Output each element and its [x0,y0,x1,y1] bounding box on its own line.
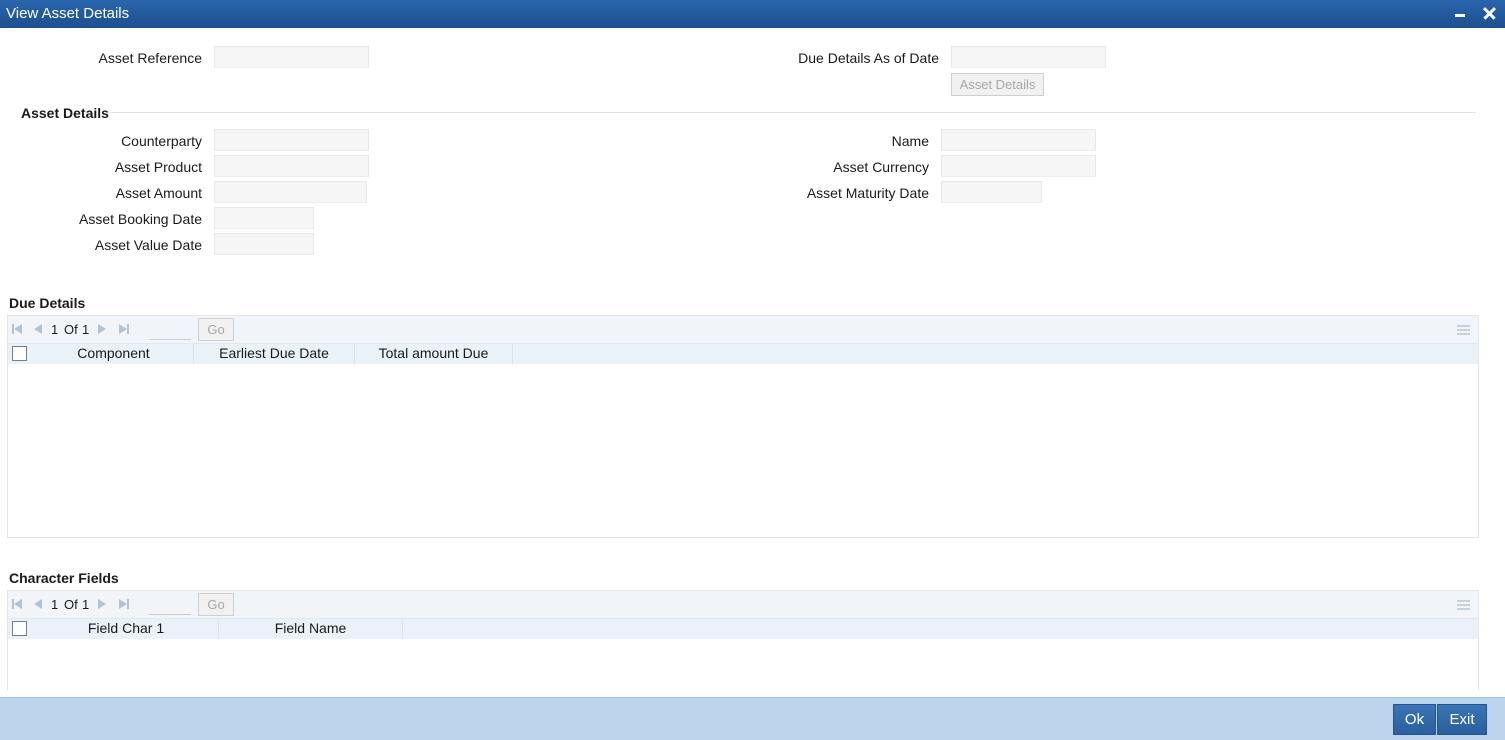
next-page-icon[interactable] [97,599,109,610]
title-bar: View Asset Details [0,0,1505,28]
first-page-icon[interactable] [12,324,24,335]
asset-amount-input[interactable] [214,181,367,203]
window-title: View Asset Details [6,5,130,22]
character-fields-pager: 1 Of 1 Go [8,591,1478,618]
column-header[interactable]: Earliest Due Date [194,344,355,364]
character-fields-section-title: Character Fields [9,570,119,586]
page-current: 1 [51,322,59,337]
minimize-icon[interactable] [1452,4,1470,22]
due-details-section-title: Due Details [9,295,86,311]
ok-button[interactable]: Ok [1393,704,1436,735]
due-details-header-row: Component Earliest Due Date Total amount… [8,343,1478,364]
counterparty-input[interactable] [214,129,369,151]
exit-button[interactable]: Exit [1437,704,1487,735]
grid-menu-icon[interactable] [1457,600,1470,611]
counterparty-label: Counterparty [121,133,202,149]
page-number-input[interactable] [149,320,191,340]
go-button[interactable]: Go [198,593,234,616]
page-total: 1 [82,322,90,337]
page-current: 1 [51,597,59,612]
character-fields-grid: 1 Of 1 Go Field Char 1 Field Name [7,590,1479,690]
page-number-input[interactable] [149,595,191,615]
due-details-date-label: Due Details As of Date [798,50,939,66]
page-of-label: Of [64,322,78,337]
asset-currency-label: Asset Currency [833,159,929,175]
asset-value-date-input[interactable] [214,233,314,255]
asset-maturity-date-label: Asset Maturity Date [806,185,929,201]
last-page-icon[interactable] [118,599,130,610]
previous-page-icon[interactable] [32,324,44,335]
asset-value-date-label: Asset Value Date [94,237,202,253]
next-page-icon[interactable] [97,324,109,335]
close-icon[interactable] [1481,4,1499,22]
asset-reference-input[interactable] [214,46,369,68]
asset-booking-date-label: Asset Booking Date [79,211,202,227]
asset-amount-label: Asset Amount [115,185,202,201]
footer-bar: Ok Exit [0,697,1505,740]
asset-product-label: Asset Product [114,159,202,175]
due-details-grid: 1 Of 1 Go Component Earliest Due Date To… [7,315,1479,538]
asset-reference-label: Asset Reference [98,50,203,66]
name-label: Name [891,133,929,149]
first-page-icon[interactable] [12,599,24,610]
column-header[interactable]: Field Name [219,619,403,639]
select-all-checkbox[interactable] [12,346,27,361]
name-input[interactable] [941,129,1096,151]
section-divider [110,112,1476,113]
asset-currency-input[interactable] [941,155,1096,177]
previous-page-icon[interactable] [32,599,44,610]
grid-menu-icon[interactable] [1457,325,1470,336]
page-of-label: Of [64,597,78,612]
due-details-pager: 1 Of 1 Go [8,316,1478,343]
page-total: 1 [82,597,90,612]
column-header[interactable]: Field Char 1 [34,619,219,639]
last-page-icon[interactable] [118,324,130,335]
asset-product-input[interactable] [214,155,369,177]
asset-booking-date-input[interactable] [214,207,314,229]
asset-details-section-title: Asset Details [21,105,109,121]
asset-details-button[interactable]: Asset Details [951,73,1044,96]
due-details-date-input[interactable] [951,46,1106,68]
column-header[interactable]: Total amount Due [355,344,513,364]
character-fields-header-row: Field Char 1 Field Name [8,618,1478,639]
select-all-checkbox[interactable] [12,621,27,636]
asset-maturity-date-input[interactable] [941,181,1042,203]
column-header[interactable]: Component [34,344,194,364]
go-button[interactable]: Go [198,318,234,341]
